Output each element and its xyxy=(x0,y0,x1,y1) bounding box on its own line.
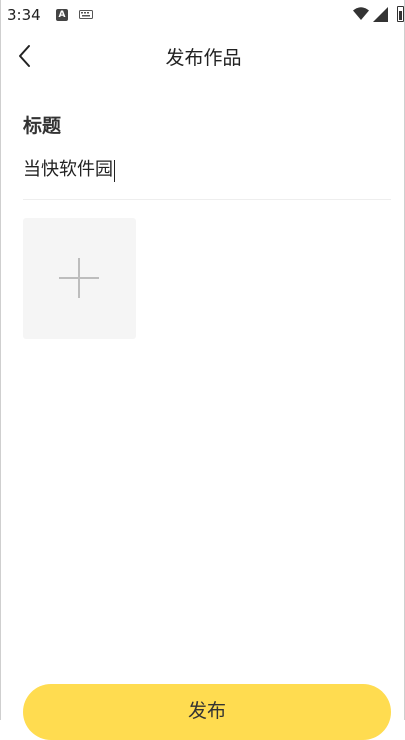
plus-icon xyxy=(59,258,99,298)
app-notification-letter: A xyxy=(58,10,66,20)
app-notification-icon: A xyxy=(56,9,68,21)
title-input[interactable]: 当快软件园 xyxy=(23,152,391,188)
field-divider xyxy=(23,199,391,200)
cell-signal-icon xyxy=(373,7,388,22)
title-input-value: 当快软件园 xyxy=(23,159,113,180)
status-time: 3:34 xyxy=(7,6,41,24)
wifi-icon xyxy=(353,7,369,20)
publish-button[interactable]: 发布 xyxy=(23,684,391,740)
publish-button-label: 发布 xyxy=(187,700,226,722)
keyboard-icon xyxy=(79,10,93,19)
add-image-button[interactable] xyxy=(23,218,136,339)
page-title: 发布作品 xyxy=(165,47,242,69)
text-caret xyxy=(114,159,115,182)
top-nav-bar: 发布作品 xyxy=(1,30,405,82)
status-bar: 3:34 A xyxy=(1,0,405,30)
battery-icon xyxy=(397,6,404,22)
title-field-label: 标题 xyxy=(23,115,62,137)
